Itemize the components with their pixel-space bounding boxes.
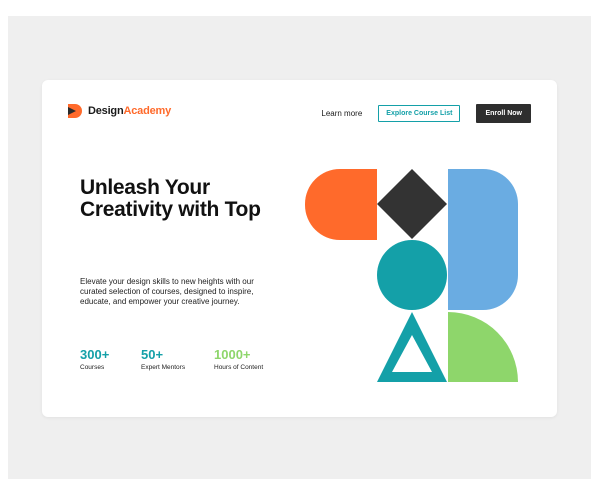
stat-hours: 1000+ Hours of Content: [214, 347, 264, 372]
green-shape: [448, 312, 518, 382]
logo[interactable]: DesignAcademy: [68, 104, 171, 118]
stat-mentors-value: 50+: [141, 347, 164, 362]
brand-name-part1: Design: [88, 105, 124, 117]
stat-mentors-label: Expert Mentors: [141, 364, 186, 371]
stat-mentors: 50+ Expert Mentors: [141, 347, 186, 372]
stat-courses-label: Courses: [80, 364, 105, 371]
header-nav: Learn more Explore Course List Enroll No…: [321, 104, 531, 123]
hero-headline: Unleash Your Creativity with Top: [80, 176, 261, 221]
brand-name-part2: Academy: [123, 105, 171, 117]
stat-hours-label: Hours of Content: [214, 364, 264, 371]
enroll-now-button[interactable]: Enroll Now: [476, 104, 531, 123]
learn-more-link[interactable]: Learn more: [321, 109, 362, 118]
stat-courses: 300+ Courses: [80, 347, 110, 372]
stat-courses-value: 300+: [80, 347, 110, 362]
blue-shape: [448, 169, 518, 310]
teal-triangle: [377, 312, 447, 382]
orange-shape: [305, 169, 377, 240]
brand-name: DesignAcademy: [88, 105, 171, 117]
logo-mark-icon: [68, 104, 82, 118]
explore-course-list-button[interactable]: Explore Course List: [378, 105, 461, 122]
landing-card: DesignAcademy Learn more Explore Course …: [42, 80, 557, 417]
stat-hours-value: 1000+: [214, 347, 251, 362]
hero-description: Elevate your design skills to new height…: [80, 277, 254, 306]
hero-illustration: [305, 169, 518, 382]
teal-circle: [377, 240, 447, 310]
dark-diamond: [377, 169, 447, 239]
